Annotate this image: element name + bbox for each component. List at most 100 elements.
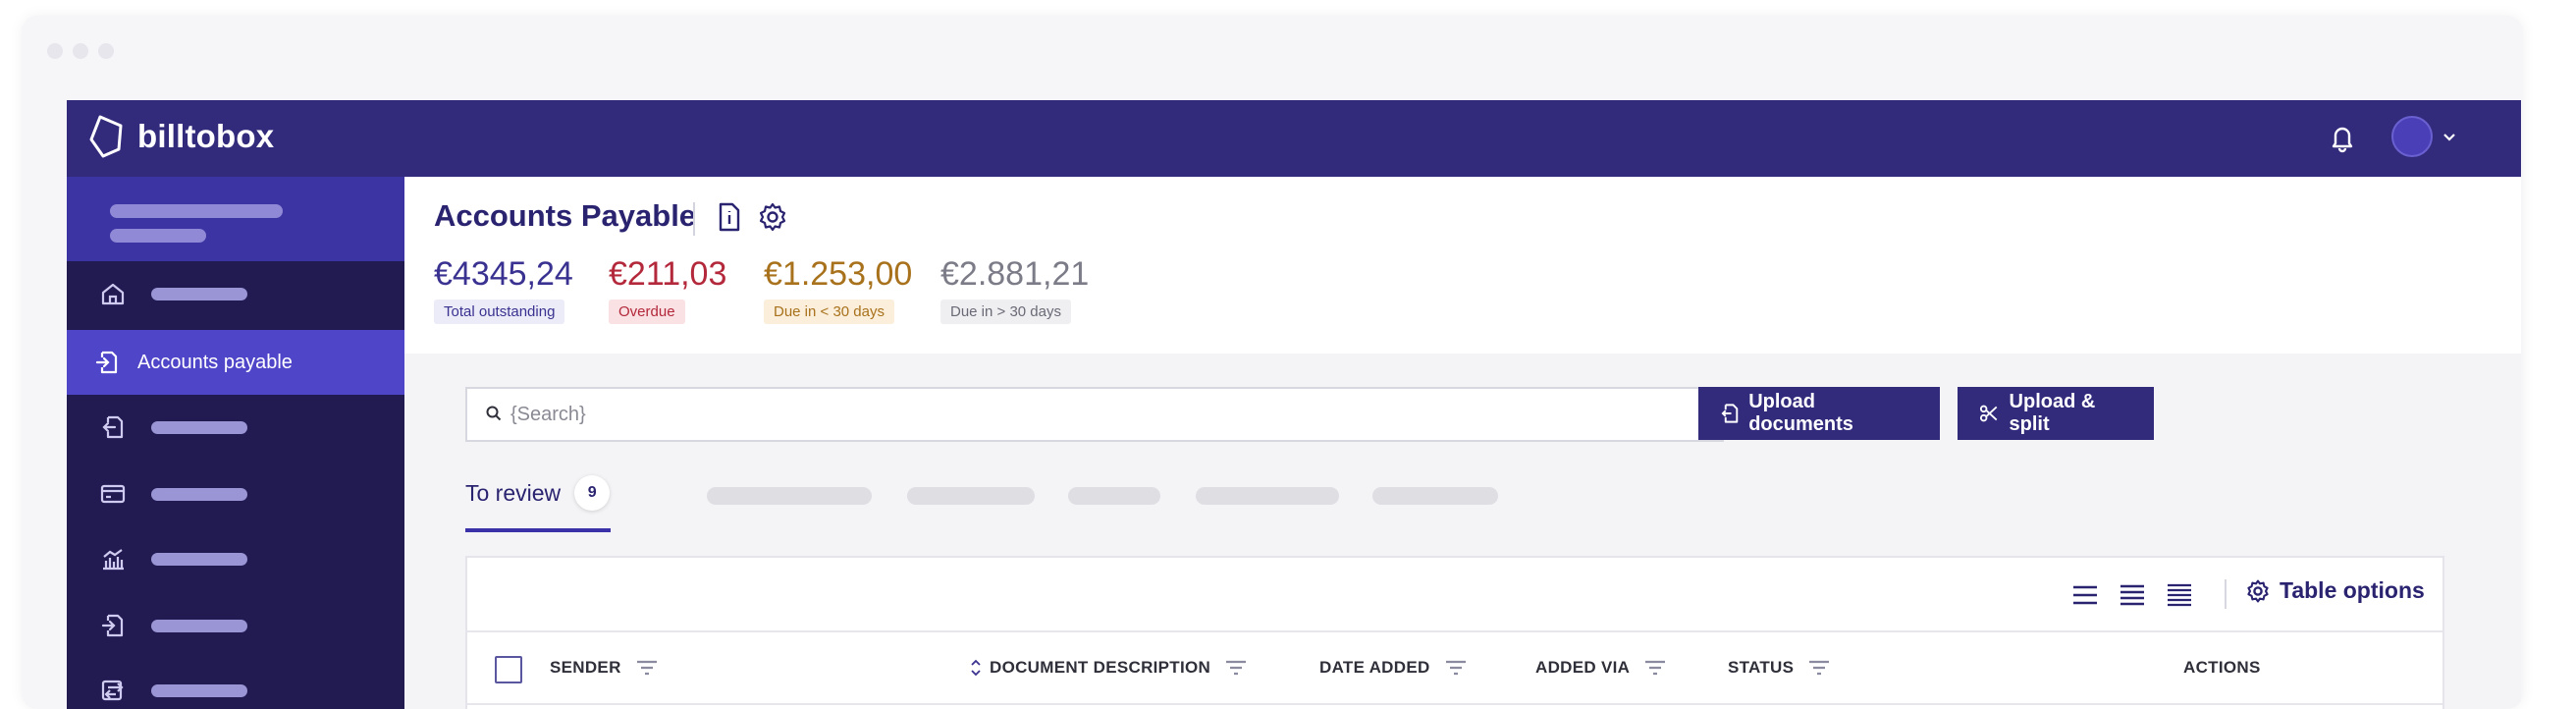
user-avatar[interactable] xyxy=(2391,116,2433,157)
column-header-document-description[interactable]: DOCUMENT DESCRIPTION xyxy=(970,658,1248,678)
sidebar-label-placeholder xyxy=(151,288,247,300)
column-header-date-added[interactable]: DATE ADDED xyxy=(1319,658,1468,678)
tab-placeholder[interactable] xyxy=(707,487,872,505)
sidebar-item-reports[interactable] xyxy=(67,526,404,591)
upload-split-label: Upload & split xyxy=(2009,391,2096,435)
stat-badge: Due in > 30 days xyxy=(940,300,1071,324)
credit-card-icon xyxy=(100,484,126,504)
transfer-icon xyxy=(101,680,124,701)
column-header-actions: ACTIONS xyxy=(2183,658,2261,678)
tab-count-badge: 9 xyxy=(574,475,611,511)
tab-placeholder[interactable] xyxy=(1068,487,1160,505)
column-label: STATUS xyxy=(1728,658,1795,677)
page-title: Accounts Payable xyxy=(434,198,697,233)
filter-icon[interactable] xyxy=(1444,659,1468,677)
upload-document-icon xyxy=(1721,404,1739,423)
view-compact-icon[interactable] xyxy=(2166,583,2193,607)
stat-value: €211,03 xyxy=(609,255,727,293)
chart-icon xyxy=(103,549,124,571)
browser-window: billtobox Accounts payable Accounts Paya… xyxy=(22,16,2523,709)
search-field[interactable] xyxy=(465,387,1724,442)
column-label: SENDER xyxy=(550,658,621,677)
company-sub-placeholder xyxy=(110,229,206,243)
filter-icon[interactable] xyxy=(1807,659,1831,677)
view-comfortable-icon[interactable] xyxy=(2071,583,2099,607)
stat-total-outstanding[interactable]: €4345,24 Total outstanding xyxy=(434,255,573,324)
stat-overdue[interactable]: €211,03 Overdue xyxy=(609,255,726,324)
page-header: Accounts Payable €4345,24 Total outstand… xyxy=(404,177,2521,354)
tab-placeholder[interactable] xyxy=(1372,487,1498,505)
scissors-icon xyxy=(1979,405,1998,422)
title-divider xyxy=(693,202,695,236)
notifications-bell-icon[interactable] xyxy=(2329,124,2356,158)
sidebar-item-payments[interactable] xyxy=(67,462,404,526)
document-info-icon[interactable] xyxy=(717,202,742,237)
sidebar-item-documents-out[interactable] xyxy=(67,395,404,460)
stat-badge: Total outstanding xyxy=(434,300,565,324)
column-header-status[interactable]: STATUS xyxy=(1728,658,1831,678)
column-header-added-via[interactable]: ADDED VIA xyxy=(1535,658,1667,678)
app-shell: billtobox Accounts payable Accounts Paya… xyxy=(67,100,2521,709)
active-tab-indicator xyxy=(465,528,611,532)
search-input[interactable] xyxy=(510,401,1708,428)
sidebar-item-label: Accounts payable xyxy=(137,352,293,373)
upload-documents-button[interactable]: Upload documents xyxy=(1698,387,1940,440)
stat-due-over-30-days[interactable]: €2.881,21 Due in > 30 days xyxy=(940,255,1089,324)
filter-icon[interactable] xyxy=(1224,659,1248,677)
brand-name: billtobox xyxy=(137,118,275,154)
filter-icon[interactable] xyxy=(635,659,659,677)
column-label: ADDED VIA xyxy=(1535,658,1631,677)
sidebar-item-home[interactable] xyxy=(67,261,404,326)
sidebar-label-placeholder xyxy=(151,620,247,632)
accounts-payable-icon xyxy=(95,351,118,374)
sidebar-label-placeholder xyxy=(151,421,247,434)
stat-badge: Overdue xyxy=(609,300,685,324)
tab-placeholder[interactable] xyxy=(907,487,1035,505)
upload-documents-label: Upload documents xyxy=(1748,391,1853,435)
sidebar-item-documents-in[interactable] xyxy=(67,593,404,658)
table-options-label: Table options xyxy=(2280,577,2425,603)
sort-icon[interactable] xyxy=(970,659,982,677)
stat-due-under-30-days[interactable]: €1.253,00 Due in < 30 days xyxy=(764,255,912,324)
tab-placeholder[interactable] xyxy=(1196,487,1339,505)
gear-icon[interactable] xyxy=(758,202,787,237)
window-controls xyxy=(47,43,114,59)
stat-value: €1.253,00 xyxy=(764,255,913,293)
sidebar-company-switcher[interactable] xyxy=(67,177,404,261)
sidebar-item-transfers[interactable] xyxy=(67,658,404,709)
sidebar: Accounts payable xyxy=(67,177,404,709)
gear-icon xyxy=(2247,579,2269,602)
document-out-icon xyxy=(102,415,124,439)
sidebar-item-accounts-payable[interactable]: Accounts payable xyxy=(67,330,404,395)
tab-label: To review xyxy=(465,479,562,506)
filter-icon[interactable] xyxy=(1643,659,1667,677)
search-icon xyxy=(486,406,502,421)
logo[interactable]: billtobox xyxy=(86,114,274,159)
table-options-button[interactable]: Table options xyxy=(2246,577,2425,604)
window-maximize-dot[interactable] xyxy=(98,43,114,59)
home-icon xyxy=(101,283,125,305)
column-header-sender[interactable]: SENDER xyxy=(550,658,659,678)
stat-badge: Due in < 30 days xyxy=(764,300,894,324)
document-in-icon xyxy=(101,614,124,637)
company-name-placeholder xyxy=(110,204,283,218)
sidebar-label-placeholder xyxy=(151,684,247,697)
chevron-down-icon[interactable] xyxy=(2442,130,2456,147)
options-divider xyxy=(2225,579,2227,609)
column-label: DOCUMENT DESCRIPTION xyxy=(990,658,1211,677)
view-default-icon[interactable] xyxy=(2119,583,2146,607)
column-label: DATE ADDED xyxy=(1319,658,1430,677)
logo-shield-icon xyxy=(89,115,123,158)
sidebar-label-placeholder xyxy=(151,488,247,501)
upload-split-button[interactable]: Upload & split xyxy=(1958,387,2154,440)
documents-table: Table options SENDER DOCUMENT DESCRIPTIO… xyxy=(465,556,2444,709)
window-minimize-dot[interactable] xyxy=(73,43,88,59)
window-close-dot[interactable] xyxy=(47,43,63,59)
select-all-checkbox[interactable] xyxy=(495,656,522,683)
sidebar-label-placeholder xyxy=(151,553,247,566)
stat-value: €4345,24 xyxy=(434,255,573,293)
table-header-row: SENDER DOCUMENT DESCRIPTION DATE ADDED A… xyxy=(467,630,2442,705)
top-bar: billtobox xyxy=(67,100,2521,177)
tab-to-review[interactable]: To review 9 xyxy=(465,475,611,511)
column-label: ACTIONS xyxy=(2183,658,2261,677)
